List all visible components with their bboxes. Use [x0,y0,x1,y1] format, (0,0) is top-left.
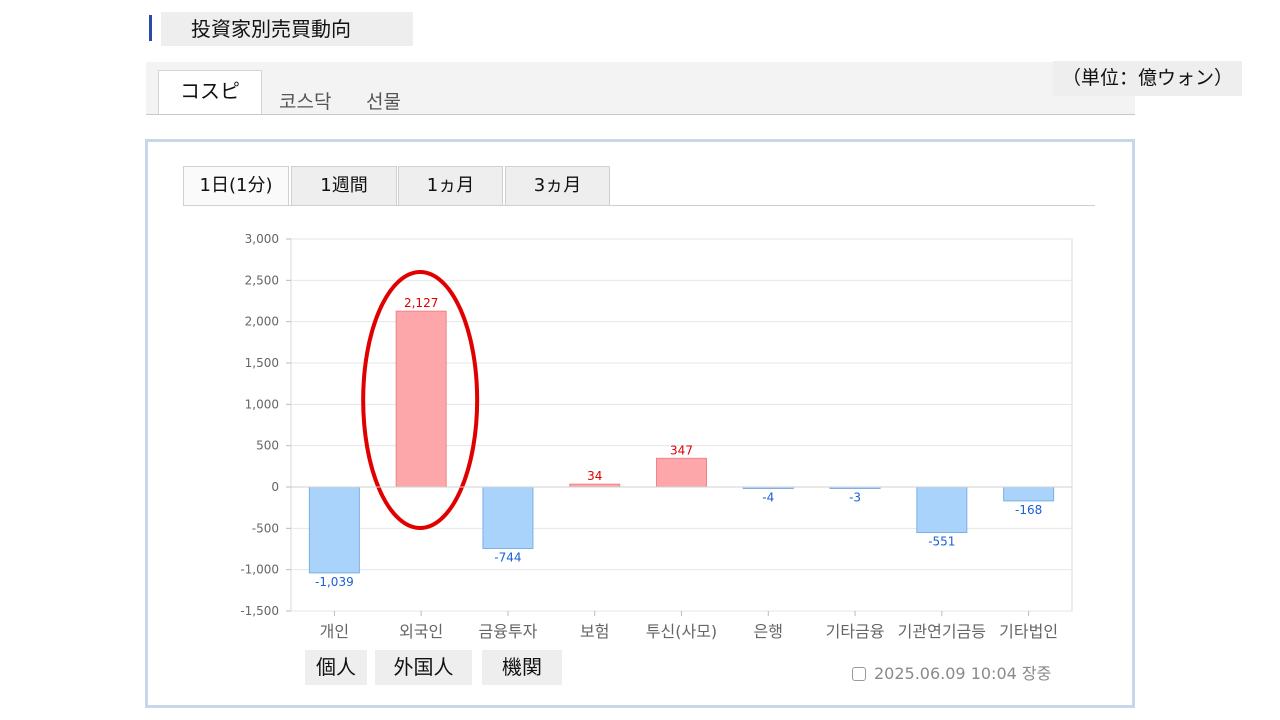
bar [916,486,968,534]
bar [308,486,360,574]
label-individual: 個人 [305,650,367,685]
investor-bar-chart: 3,000 2,500 2,000 1,500 1,000 500 0 -500 -1,000 -… [240,232,1073,641]
data-label: -4 [762,491,774,505]
x-tick-label: 은행 [754,622,783,641]
y-tick-label: -1,000 [240,563,279,577]
y-tick-label: 2,000 [245,315,279,329]
data-label: -1,039 [315,575,354,589]
data-label: -551 [928,535,955,549]
x-tick-label: 투신(사모) [646,622,717,641]
x-tick-label: 기타금융 [826,622,885,641]
bar [656,457,707,488]
data-label: 2,127 [404,296,438,310]
y-tick-label: 500 [256,439,279,453]
bar [1003,486,1055,502]
y-tick-label: 1,500 [245,356,279,370]
bar [482,486,534,550]
timestamp-text: 2025.06.09 10:04 장중 [874,664,1052,683]
label-foreigner: 外国人 [375,650,472,685]
data-label: 34 [587,469,602,483]
y-tick-label: 3,000 [245,232,279,246]
label-institution: 機関 [482,650,562,685]
y-tick-label: -1,500 [240,604,279,618]
x-tick-label: 보험 [580,622,609,641]
x-tick-label: 금융투자 [478,622,537,641]
x-tick-label: 기타법인 [999,622,1058,641]
y-tick-label: 2,500 [245,273,279,287]
bar [395,310,447,488]
data-label: -3 [849,491,861,505]
x-tick-label: 개인 [320,622,349,641]
y-tick-label: 0 [271,480,279,494]
y-tick-label: -500 [252,521,279,535]
data-label: -744 [494,551,521,565]
x-tick-label: 기관연기금등 [898,622,986,641]
data-label: 347 [670,443,693,457]
data-label: -168 [1015,503,1042,517]
y-tick-label: 1,000 [245,397,279,411]
clock-icon [852,667,866,681]
x-tick-label: 외국인 [399,622,443,641]
timestamp: 2025.06.09 10:04 장중 [852,660,1051,684]
